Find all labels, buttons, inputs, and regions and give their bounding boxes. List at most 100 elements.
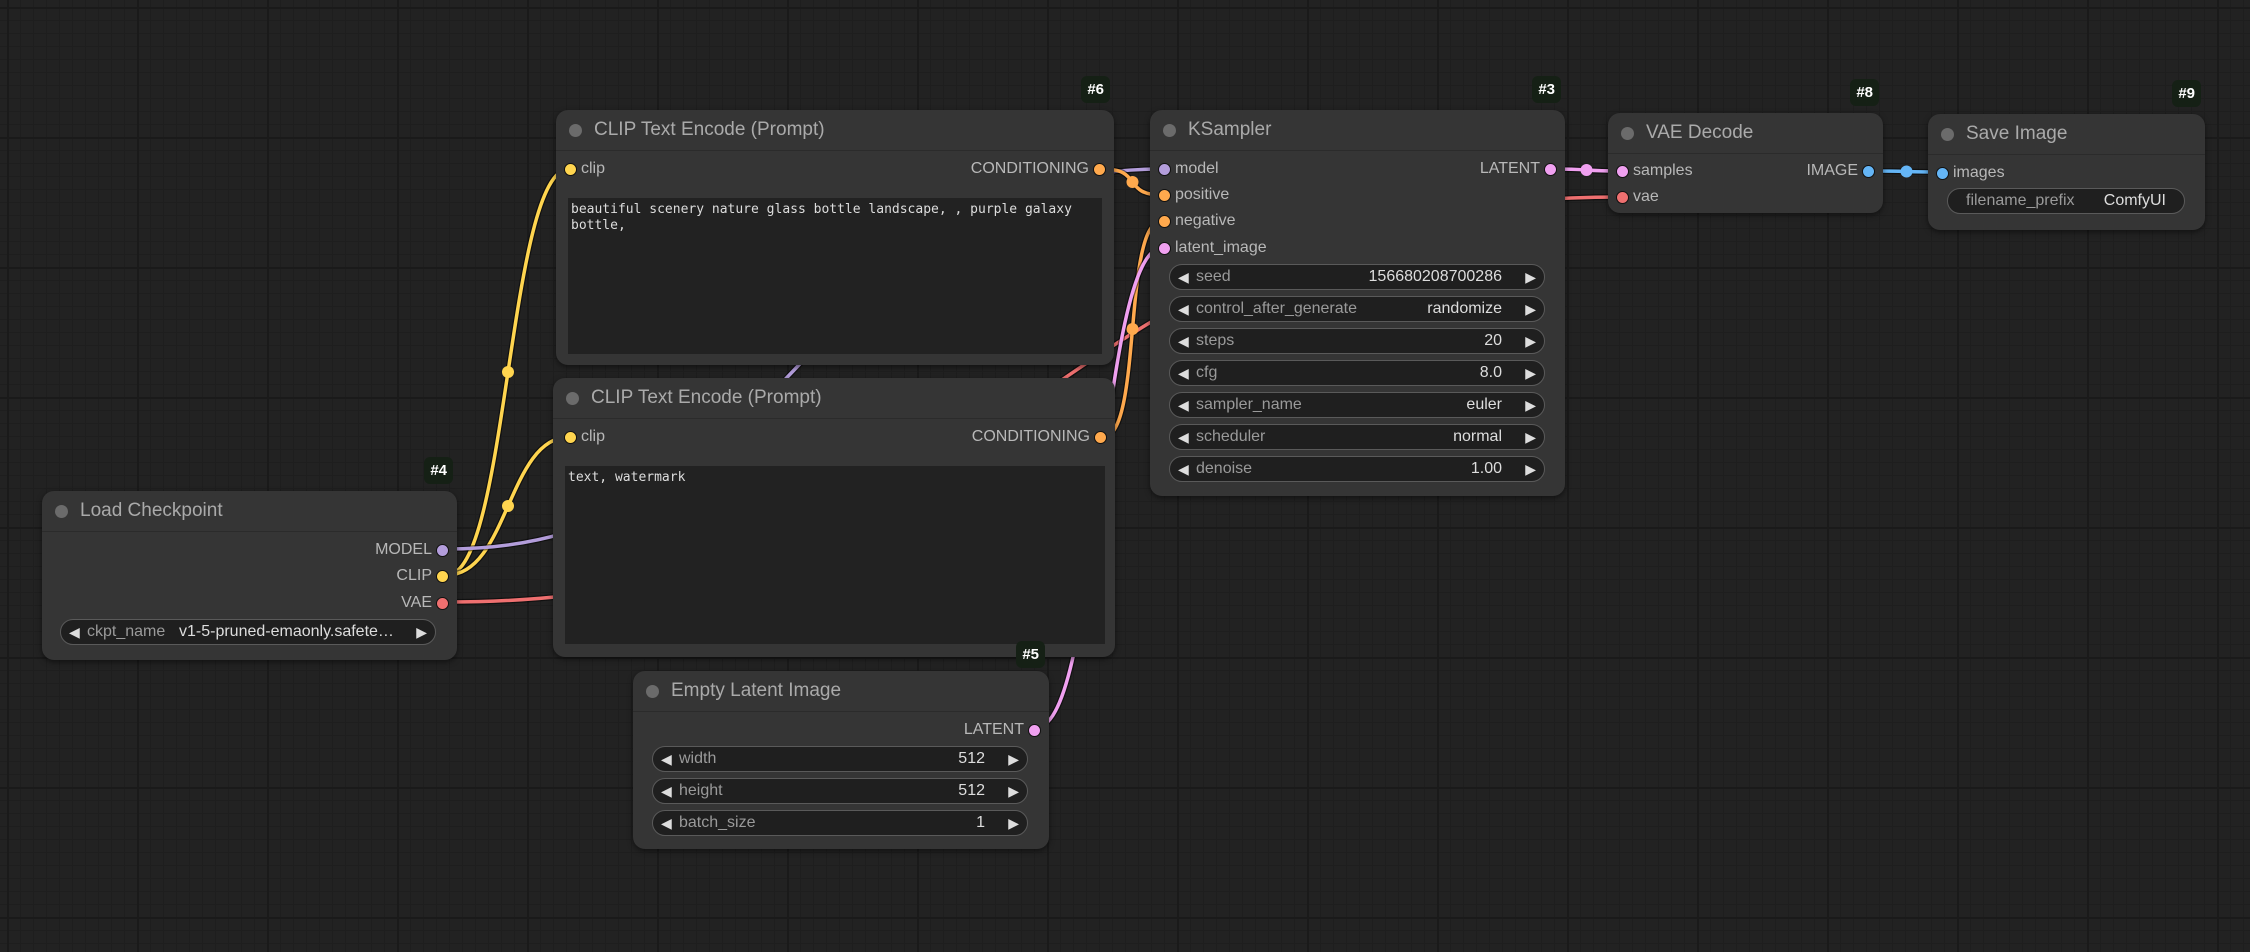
node-vae-decode[interactable]: #8 VAE Decode samples vae IMAGE: [1608, 79, 1883, 213]
decrement-arrow-icon[interactable]: ◀: [1178, 265, 1189, 289]
node-title[interactable]: Empty Latent Image: [633, 671, 1049, 712]
widget-value[interactable]: 8.0: [1480, 361, 1502, 385]
decrement-arrow-icon[interactable]: ◀: [661, 811, 672, 835]
input-slot-negative[interactable]: negative: [1158, 210, 1236, 232]
node-title[interactable]: KSampler: [1150, 110, 1565, 151]
link-negative-conditioning-center-marker[interactable]: [1126, 323, 1139, 335]
increment-arrow-icon[interactable]: ▶: [1525, 297, 1536, 321]
widget-cfg[interactable]: ◀ cfg 8.0 ▶: [1169, 360, 1545, 386]
prompt-textarea[interactable]: beautiful scenery nature glass bottle la…: [568, 198, 1102, 354]
widget-value[interactable]: 512: [958, 779, 985, 803]
slot-dot-icon[interactable]: [436, 570, 449, 583]
widget-value[interactable]: 1: [976, 811, 985, 835]
input-slot-vae[interactable]: vae: [1616, 186, 1659, 208]
decrement-arrow-icon[interactable]: ◀: [1178, 425, 1189, 449]
output-slot-conditioning[interactable]: CONDITIONING: [972, 426, 1107, 448]
increment-arrow-icon[interactable]: ▶: [1525, 265, 1536, 289]
slot-dot-icon[interactable]: [564, 431, 577, 444]
output-slot-image[interactable]: IMAGE: [1806, 160, 1875, 182]
decrement-arrow-icon[interactable]: ◀: [661, 779, 672, 803]
node-title[interactable]: Load Checkpoint: [42, 491, 457, 532]
widget-value[interactable]: randomize: [1427, 297, 1502, 321]
node-empty-latent-image[interactable]: #5 Empty Latent Image LATENT ◀ width 512 ▶ …: [633, 641, 1049, 849]
widget-width[interactable]: ◀ width 512 ▶: [652, 746, 1028, 772]
output-slot-clip[interactable]: CLIP: [396, 565, 449, 587]
node-title[interactable]: CLIP Text Encode (Prompt): [553, 378, 1115, 419]
slot-dot-icon[interactable]: [564, 163, 577, 176]
widget-seed[interactable]: ◀ seed 156680208700286 ▶: [1169, 264, 1545, 290]
slot-dot-icon[interactable]: [1028, 724, 1041, 737]
increment-arrow-icon[interactable]: ▶: [1008, 779, 1019, 803]
decrement-arrow-icon[interactable]: ◀: [1178, 393, 1189, 417]
widget-denoise[interactable]: ◀ denoise 1.00 ▶: [1169, 456, 1545, 482]
collapse-dot-icon[interactable]: [566, 392, 579, 405]
widget-value[interactable]: 512: [958, 747, 985, 771]
input-slot-model[interactable]: model: [1158, 158, 1219, 180]
slot-dot-icon[interactable]: [1093, 163, 1106, 176]
increment-arrow-icon[interactable]: ▶: [1008, 811, 1019, 835]
input-slot-images[interactable]: images: [1936, 162, 2005, 184]
collapse-dot-icon[interactable]: [1941, 128, 1954, 141]
decrement-arrow-icon[interactable]: ◀: [1178, 297, 1189, 321]
input-slot-clip[interactable]: clip: [564, 158, 605, 180]
prompt-textarea[interactable]: text, watermark: [565, 466, 1105, 644]
output-slot-latent[interactable]: LATENT: [1480, 158, 1557, 180]
slot-dot-icon[interactable]: [1616, 191, 1629, 204]
decrement-arrow-icon[interactable]: ◀: [1178, 329, 1189, 353]
link-latent-to-vae-decode-center-marker[interactable]: [1580, 164, 1593, 176]
link-clip-to-positive-center-marker[interactable]: [502, 366, 514, 378]
widget-value[interactable]: 156680208700286: [1369, 265, 1502, 289]
widget-scheduler[interactable]: ◀ scheduler normal ▶: [1169, 424, 1545, 450]
node-title[interactable]: VAE Decode: [1608, 113, 1883, 154]
widget-value[interactable]: v1-5-pruned-emaonly.safete…: [179, 620, 394, 644]
slot-dot-icon[interactable]: [1158, 189, 1171, 202]
output-slot-conditioning[interactable]: CONDITIONING: [971, 158, 1106, 180]
slot-dot-icon[interactable]: [1094, 431, 1107, 444]
link-image-to-save-center-marker[interactable]: [1900, 165, 1913, 178]
collapse-dot-icon[interactable]: [646, 685, 659, 698]
slot-dot-icon[interactable]: [1158, 163, 1171, 176]
decrement-arrow-icon[interactable]: ◀: [1178, 457, 1189, 481]
increment-arrow-icon[interactable]: ▶: [1525, 361, 1536, 385]
widget-height[interactable]: ◀ height 512 ▶: [652, 778, 1028, 804]
collapse-dot-icon[interactable]: [1621, 127, 1634, 140]
slot-dot-icon[interactable]: [1936, 167, 1949, 180]
node-title[interactable]: CLIP Text Encode (Prompt): [556, 110, 1114, 151]
decrement-arrow-icon[interactable]: ◀: [1178, 361, 1189, 385]
link-positive-conditioning-center-marker[interactable]: [1126, 176, 1139, 188]
input-slot-latent-image[interactable]: latent_image: [1158, 237, 1267, 259]
widget-filename-prefix[interactable]: filename_prefix ComfyUI: [1947, 188, 2185, 214]
widget-value[interactable]: euler: [1466, 393, 1502, 417]
widget-ckpt-name[interactable]: ◀ ckpt_name v1-5-pruned-emaonly.safete… ▶: [60, 619, 436, 645]
slot-dot-icon[interactable]: [436, 597, 449, 610]
widget-sampler-name[interactable]: ◀ sampler_name euler ▶: [1169, 392, 1545, 418]
node-ksampler[interactable]: #3 KSampler model positive negative late…: [1150, 76, 1565, 496]
increment-arrow-icon[interactable]: ▶: [1525, 329, 1536, 353]
collapse-dot-icon[interactable]: [569, 124, 582, 137]
node-save-image[interactable]: #9 Save Image images filename_prefix Comf…: [1928, 80, 2205, 230]
collapse-dot-icon[interactable]: [55, 505, 68, 518]
widget-batch-size[interactable]: ◀ batch_size 1 ▶: [652, 810, 1028, 836]
output-slot-model[interactable]: MODEL: [375, 539, 449, 561]
collapse-dot-icon[interactable]: [1163, 124, 1176, 137]
slot-dot-icon[interactable]: [1158, 242, 1171, 255]
node-title[interactable]: Save Image: [1928, 114, 2205, 155]
output-slot-latent[interactable]: LATENT: [964, 719, 1041, 741]
node-load-checkpoint[interactable]: #4 Load Checkpoint MODEL CLIP VAE ◀ ckpt_…: [42, 457, 457, 660]
node-clip-text-encode-negative[interactable]: CLIP Text Encode (Prompt) clip CONDITION…: [553, 378, 1115, 657]
increment-arrow-icon[interactable]: ▶: [1525, 457, 1536, 481]
output-slot-vae[interactable]: VAE: [401, 592, 449, 614]
decrement-arrow-icon[interactable]: ◀: [69, 620, 80, 644]
widget-control-after-generate[interactable]: ◀ control_after_generate randomize ▶: [1169, 296, 1545, 322]
slot-dot-icon[interactable]: [1616, 165, 1629, 178]
increment-arrow-icon[interactable]: ▶: [1008, 747, 1019, 771]
node-clip-text-encode-positive[interactable]: #6 CLIP Text Encode (Prompt) clip CONDIT…: [556, 76, 1114, 365]
slot-dot-icon[interactable]: [1862, 165, 1875, 178]
widget-value[interactable]: 20: [1484, 329, 1502, 353]
slot-dot-icon[interactable]: [1158, 215, 1171, 228]
input-slot-clip[interactable]: clip: [564, 426, 605, 448]
input-slot-positive[interactable]: positive: [1158, 184, 1229, 206]
widget-value[interactable]: 1.00: [1471, 457, 1502, 481]
increment-arrow-icon[interactable]: ▶: [1525, 393, 1536, 417]
decrement-arrow-icon[interactable]: ◀: [661, 747, 672, 771]
